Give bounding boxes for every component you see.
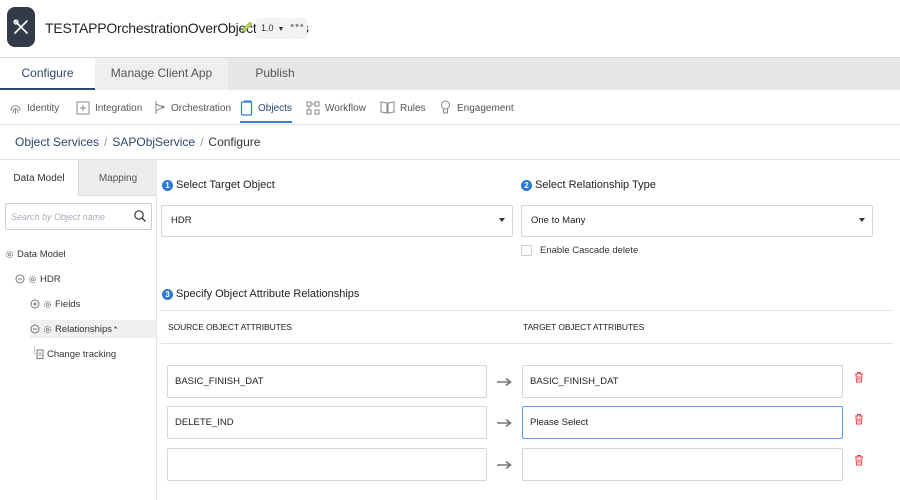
cascade-delete-label: Enable Cascade delete — [540, 245, 639, 256]
chevron-down-icon — [859, 218, 865, 222]
chevron-down-icon: ▼ — [275, 26, 285, 33]
source-attribute-field[interactable] — [167, 448, 487, 481]
unsaved-marker: * — [114, 324, 118, 334]
source-attribute-field[interactable]: BASIC_FINISH_DAT — [167, 365, 487, 398]
tab-configure-services[interactable]: Configure Services — [0, 58, 95, 111]
tree-label: Data Model — [17, 248, 66, 260]
cascade-delete-checkbox[interactable] — [521, 245, 532, 256]
source-attributes-header: SOURCE OBJECT ATTRIBUTES — [168, 322, 292, 332]
subtab-engagement[interactable]: Engagement — [439, 99, 514, 123]
breadcrumb-object-services[interactable]: Object Services — [15, 135, 99, 149]
integration-icon — [76, 101, 90, 115]
main-tabs: Configure Services Manage Client App Ass… — [0, 57, 900, 111]
subtab-workflow[interactable]: Workflow — [306, 99, 366, 123]
subtab-identity[interactable]: Identity — [9, 99, 59, 123]
step2-badge: 2 — [521, 179, 532, 191]
app-header: TESTAPPOrchestrationOverObjectServices 1… — [0, 0, 900, 57]
tree-item-relationships[interactable]: Relationships * — [30, 320, 156, 338]
target-attributes-header: TARGET OBJECT ATTRIBUTES — [523, 322, 645, 332]
subtab-objects[interactable]: Objects — [240, 99, 292, 123]
breadcrumb-configure: Configure — [208, 135, 261, 149]
source-attribute-field[interactable]: DELETE_IND — [167, 406, 487, 439]
relationship-type-value: One to Many — [531, 215, 586, 226]
target-attribute-select[interactable]: Please Select — [522, 406, 843, 439]
subtab-label: Objects — [258, 103, 292, 114]
object-search — [5, 203, 152, 230]
more-options-button[interactable]: ••• — [288, 18, 307, 39]
subtab-label: Workflow — [325, 103, 366, 114]
breadcrumb-separator: / — [104, 135, 108, 149]
target-object-select[interactable]: HDR — [161, 205, 513, 237]
subtab-label: Integration — [95, 103, 143, 114]
gear-icon — [28, 275, 37, 284]
tab-data-model[interactable]: Data Model — [0, 160, 78, 196]
tab-mapping[interactable]: Mapping — [78, 160, 157, 196]
divider — [161, 310, 893, 311]
tree-label: Fields — [55, 298, 81, 310]
subtab-orchestration[interactable]: Orchestration — [153, 99, 231, 123]
step1-badge: 1 — [162, 179, 173, 191]
edit-pencil-icon[interactable] — [240, 20, 254, 34]
arrow-right-icon — [497, 460, 512, 470]
subtab-label: Identity — [27, 103, 60, 114]
sub-tabs: Identity Integration Orchestration Objec… — [0, 90, 900, 125]
breadcrumb-sapobjservice[interactable]: SAPObjService — [112, 135, 195, 149]
workflow-icon — [306, 101, 320, 115]
subtab-rules[interactable]: Rules — [380, 99, 426, 123]
search-icon[interactable] — [133, 209, 147, 223]
target-object-value: HDR — [171, 215, 192, 226]
orchestration-icon — [155, 101, 165, 114]
tab-manage-client-app-assets[interactable]: Manage Client App Assets — [95, 58, 228, 111]
left-panel: Data Model Mapping Data Model HDR Fields… — [0, 160, 157, 500]
document-icon — [34, 349, 44, 360]
collapse-icon[interactable] — [30, 324, 40, 334]
tree-item-hdr[interactable]: HDR — [15, 270, 61, 288]
tree-label: HDR — [40, 273, 61, 285]
collapse-icon[interactable] — [15, 274, 25, 284]
step3-label: Specify Object Attribute Relationships — [176, 288, 360, 300]
step2-title: 2 Select Relationship Type — [521, 179, 656, 191]
subtab-integration[interactable]: Integration — [76, 99, 142, 123]
arrow-right-icon — [497, 377, 512, 387]
gear-icon — [5, 250, 14, 259]
tree-item-data-model[interactable]: Data Model — [5, 245, 66, 263]
search-input[interactable] — [6, 204, 124, 229]
trash-icon[interactable] — [854, 371, 864, 383]
tree-label: Relationships — [55, 323, 113, 335]
subtab-label: Engagement — [457, 103, 514, 114]
breadcrumb: Object Services / SAPObjService / Configure — [15, 135, 260, 149]
trash-icon[interactable] — [854, 454, 864, 466]
cascade-delete-row: Enable Cascade delete — [521, 245, 638, 256]
tree-item-change-tracking[interactable]: Change tracking — [34, 345, 116, 363]
version-dropdown[interactable]: 1.0 ▼ — [256, 18, 290, 39]
version-label: 1.0 — [261, 23, 274, 33]
step2-label: Select Relationship Type — [535, 179, 656, 191]
engagement-icon — [441, 100, 450, 114]
trash-icon[interactable] — [854, 413, 864, 425]
step3-badge: 3 — [162, 288, 173, 300]
rules-icon — [380, 101, 395, 114]
objects-icon — [240, 100, 253, 116]
step1-label: Select Target Object — [176, 179, 275, 191]
app-logo — [7, 7, 35, 47]
expand-icon[interactable] — [30, 299, 40, 309]
tools-icon — [13, 19, 28, 34]
chevron-down-icon — [499, 218, 505, 222]
relationship-type-select[interactable]: One to Many — [521, 205, 873, 237]
target-attribute-field[interactable] — [522, 448, 843, 481]
step1-title: 1 Select Target Object — [162, 179, 275, 191]
gear-icon — [43, 325, 52, 334]
breadcrumb-separator: / — [200, 135, 204, 149]
divider — [161, 343, 893, 344]
subtab-label: Orchestration — [171, 103, 232, 114]
arrow-right-icon — [497, 418, 512, 428]
subtab-label: Rules — [400, 103, 426, 114]
fingerprint-icon — [10, 105, 21, 114]
tab-publish[interactable]: Publish — [228, 58, 322, 90]
target-attribute-field[interactable]: BASIC_FINISH_DAT — [522, 365, 843, 398]
gear-icon — [43, 300, 52, 309]
step3-title: 3 Specify Object Attribute Relationships — [162, 288, 359, 300]
tree-item-fields[interactable]: Fields — [30, 295, 80, 313]
tree-label: Change tracking — [47, 348, 117, 360]
